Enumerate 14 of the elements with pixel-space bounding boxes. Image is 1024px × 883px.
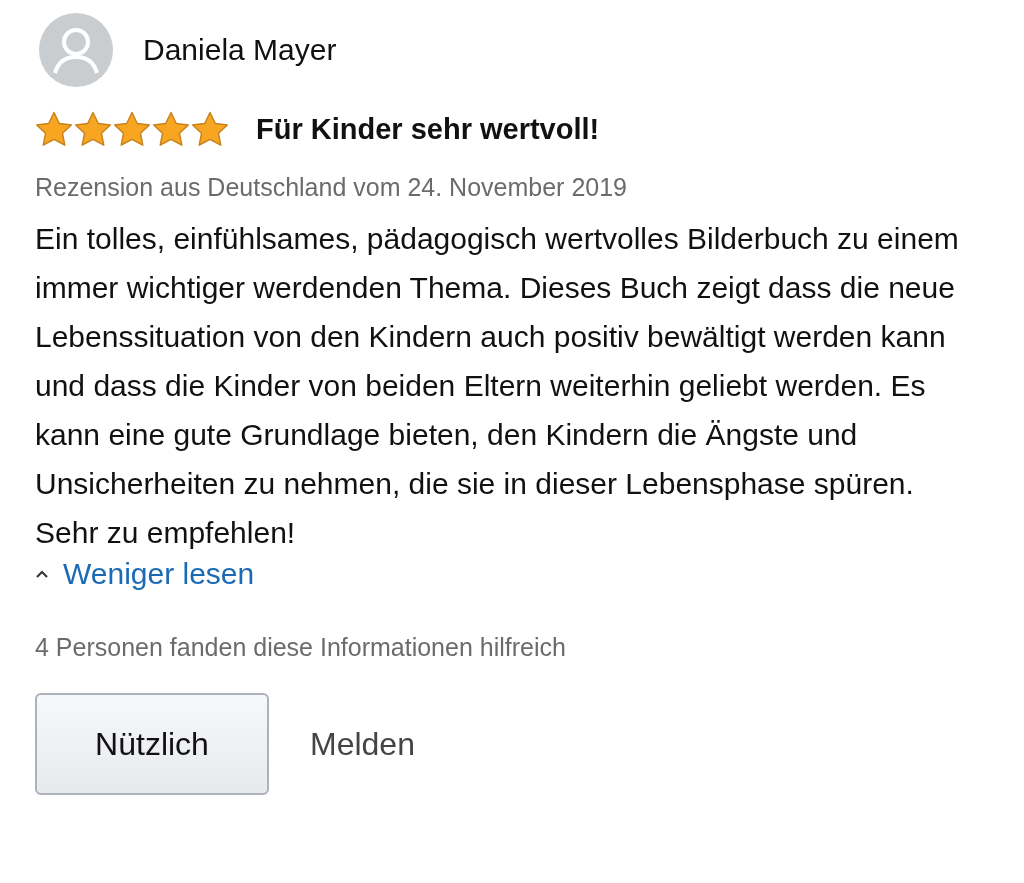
review-title: Für Kinder sehr wertvoll!	[256, 112, 600, 146]
helpful-button[interactable]: Nützlich	[35, 693, 269, 795]
star-icon	[74, 111, 112, 147]
read-less-link[interactable]: Weniger lesen	[35, 557, 255, 591]
star-icon	[191, 111, 229, 147]
star-icon	[35, 111, 73, 147]
helpful-count: 4 Personen fanden diese Informationen hilfreich	[35, 633, 567, 662]
review-text: Ein tolles, einfühlsames, pädagogisch wertvolles Bilderbuch zu einem immer wichtiger werdenden Thema. Dieses Buch zeigt dass die neue Lebenssituation von den Kindern auch positiv bewältigt werden kann und dass die Kinder von beiden Eltern weiterhin geliebt werden. Es kann eine gute Grundlage bieten, den Kindern die Ängste und Unsicherheiten zu nehmen, die sie in dieser Lebensphase spüren. Sehr zu empfehlen!	[35, 221, 960, 551]
star-icon	[113, 111, 151, 147]
star-icon	[152, 111, 190, 147]
reviewer-name: Daniela Mayer	[143, 33, 337, 67]
report-link[interactable]: Melden	[310, 725, 415, 763]
review-date: Rezension aus Deutschland vom 24. November 2019	[35, 173, 628, 202]
avatar-icon	[39, 13, 113, 87]
